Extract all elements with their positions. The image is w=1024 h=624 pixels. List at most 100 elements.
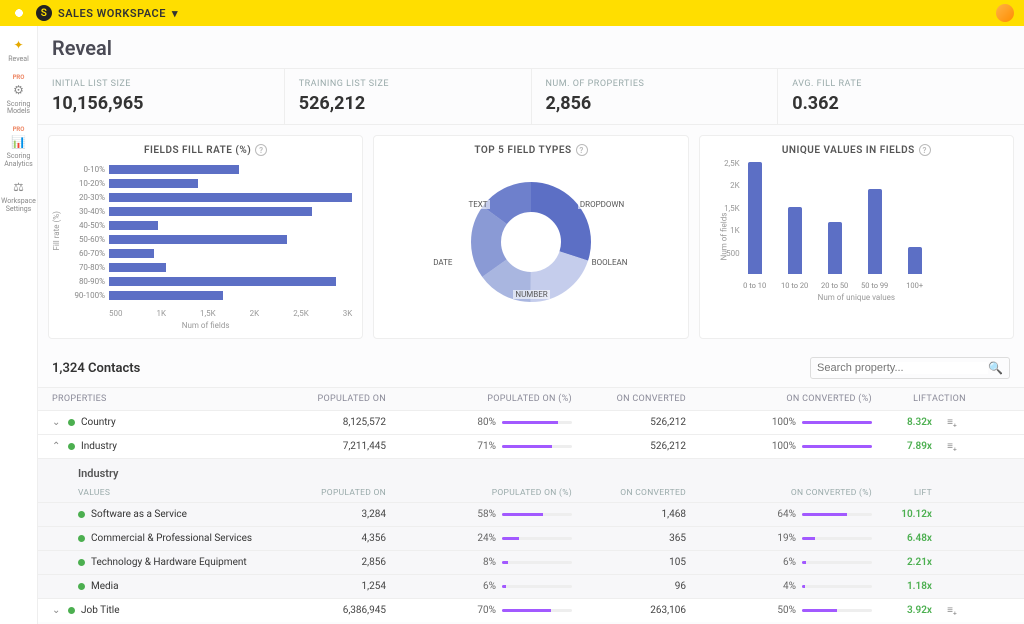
hbar-bar bbox=[109, 263, 166, 272]
hbar-category: 90-100% bbox=[59, 291, 105, 300]
hbar-bar bbox=[109, 291, 223, 300]
vbar-category: 20 to 50 bbox=[815, 281, 855, 290]
sidebar-label: Scoring Models bbox=[0, 101, 38, 116]
detail-column-header: POPULATED ON (%) bbox=[402, 488, 572, 498]
x-tick: 2,5K bbox=[293, 309, 309, 318]
column-header: ON CONVERTED (%) bbox=[702, 394, 872, 404]
pct-cell: 58% bbox=[402, 509, 572, 520]
vbar: 20 to 50 bbox=[824, 222, 846, 274]
status-dot-icon bbox=[78, 559, 85, 566]
pct-cell: 6% bbox=[402, 581, 572, 592]
detail-row[interactable]: Software as a Service3,28458%1,46864%10.… bbox=[38, 502, 1024, 526]
status-dot-icon bbox=[68, 607, 75, 614]
hbar-row: 30-40% bbox=[109, 204, 352, 218]
hbar-category: 70-80% bbox=[59, 263, 105, 272]
detail-column-header: POPULATED ON bbox=[272, 488, 402, 498]
hbar-row: 90-100% bbox=[109, 288, 352, 302]
stat-value: 526,212 bbox=[299, 93, 517, 114]
pct-cell: 24% bbox=[402, 533, 572, 544]
table-row[interactable]: ⌄Country8,125,57280%526,212100%8.32x≡₊ bbox=[38, 410, 1024, 434]
help-icon[interactable]: ? bbox=[255, 144, 267, 156]
hbar-bar bbox=[109, 221, 158, 230]
help-icon[interactable]: ? bbox=[576, 144, 588, 156]
detail-row[interactable]: Media1,2546%964%1.18x bbox=[38, 574, 1024, 598]
sidebar-icon: ✦ bbox=[10, 36, 28, 54]
expand-icon[interactable]: ⌃ bbox=[52, 441, 62, 452]
lift-value: 1.18x bbox=[872, 581, 932, 592]
on-converted: 96 bbox=[572, 581, 702, 592]
vbar-category: 100+ bbox=[895, 281, 935, 290]
hbar-category: 60-70% bbox=[59, 249, 105, 258]
populated-on: 4,356 bbox=[272, 533, 402, 544]
detail-column-header: ON CONVERTED bbox=[572, 488, 702, 498]
hbar-row: 60-70% bbox=[109, 246, 352, 260]
status-dot-icon bbox=[78, 511, 85, 518]
stat-value: 10,156,965 bbox=[52, 93, 270, 114]
value-name: Commercial & Professional Services bbox=[91, 533, 252, 544]
main-content: Reveal INITIAL LIST SIZE10,156,965TRAINI… bbox=[38, 26, 1024, 624]
user-avatar[interactable] bbox=[996, 4, 1014, 22]
stat-card: NUM. OF PROPERTIES2,856 bbox=[532, 69, 779, 124]
table-row[interactable]: ⌃Industry7,211,44571%526,212100%7.89x≡₊ bbox=[38, 434, 1024, 458]
sidebar-item-scoring-models[interactable]: PRO⚙Scoring Models bbox=[0, 70, 38, 120]
chart-title: TOP 5 FIELD TYPES bbox=[474, 145, 571, 156]
hbar-category: 40-50% bbox=[59, 221, 105, 230]
vbar-category: 10 to 20 bbox=[775, 281, 815, 290]
hbar-bar bbox=[109, 193, 352, 202]
hbar-row: 80-90% bbox=[109, 274, 352, 288]
expand-icon[interactable]: ⌄ bbox=[52, 605, 62, 616]
hbar-category: 20-30% bbox=[59, 193, 105, 202]
sidebar-item-reveal[interactable]: ✦ Reveal bbox=[0, 32, 38, 68]
status-dot-icon bbox=[78, 583, 85, 590]
stat-value: 0.362 bbox=[792, 93, 1010, 114]
y-tick: 500 bbox=[710, 249, 740, 258]
sidebar-label: Reveal bbox=[8, 56, 29, 64]
hbar-bar bbox=[109, 207, 312, 216]
row-action-icon[interactable]: ≡₊ bbox=[932, 417, 972, 428]
search-input[interactable] bbox=[817, 362, 988, 374]
vbar-category: 0 to 10 bbox=[735, 281, 775, 290]
pro-badge: PRO bbox=[13, 126, 25, 133]
vbar: 10 to 20 bbox=[784, 207, 806, 274]
populated-on: 7,211,445 bbox=[272, 441, 402, 452]
hbar-bar bbox=[109, 249, 154, 258]
donut-label: TEXT bbox=[466, 200, 489, 209]
detail-head-row: VALUESPOPULATED ONPOPULATED ON (%)ON CON… bbox=[38, 484, 1024, 502]
hbar-bar bbox=[109, 277, 336, 286]
stat-label: INITIAL LIST SIZE bbox=[52, 79, 270, 89]
hbar-row: 40-50% bbox=[109, 218, 352, 232]
donut-label: BOOLEAN bbox=[590, 258, 630, 267]
pct-cell: 71% bbox=[402, 441, 572, 452]
pct-cell: 6% bbox=[702, 557, 872, 568]
status-dot-icon bbox=[78, 535, 85, 542]
table-row[interactable]: ⌄Job Title6,386,94570%263,10650%3.92x≡₊ bbox=[38, 598, 1024, 622]
column-header: PROPERTIES bbox=[52, 394, 272, 404]
stat-value: 2,856 bbox=[546, 93, 764, 114]
search-property[interactable]: 🔍 bbox=[810, 357, 1010, 379]
vbar-category: 50 to 99 bbox=[855, 281, 895, 290]
help-icon[interactable]: ? bbox=[919, 144, 931, 156]
charts-row: FIELDS FILL RATE (%)? Fill rate (%) 0-10… bbox=[38, 125, 1024, 349]
row-action-icon[interactable]: ≡₊ bbox=[932, 605, 972, 616]
search-icon: 🔍 bbox=[988, 361, 1003, 375]
y-axis-label: Fill rate (%) bbox=[52, 211, 61, 250]
donut-label: DATE bbox=[431, 258, 454, 267]
vbar-bar bbox=[868, 189, 882, 274]
hbar-category: 30-40% bbox=[59, 207, 105, 216]
hbar-bar bbox=[109, 179, 198, 188]
table-body: ⌄Country8,125,57280%526,212100%8.32x≡₊⌃I… bbox=[38, 410, 1024, 622]
expand-icon[interactable]: ⌄ bbox=[52, 417, 62, 428]
property-name: Industry bbox=[81, 441, 117, 452]
sidebar-item-workspace-settings[interactable]: ⚖Workspace Settings bbox=[0, 174, 38, 217]
workspace-name: SALES WORKSPACE bbox=[58, 7, 166, 20]
property-name: Country bbox=[81, 417, 116, 428]
column-header: ON CONVERTED bbox=[572, 394, 702, 404]
property-name: Job Title bbox=[81, 605, 120, 616]
sidebar-item-scoring-analytics[interactable]: PRO📊Scoring Analytics bbox=[0, 122, 38, 172]
stat-label: AVG. FILL RATE bbox=[792, 79, 1010, 89]
workspace-switcher[interactable]: S SALES WORKSPACE ▾ bbox=[36, 5, 178, 21]
detail-row[interactable]: Commercial & Professional Services 4,3562… bbox=[38, 526, 1024, 550]
row-action-icon[interactable]: ≡₊ bbox=[932, 441, 972, 452]
hbar-chart: Fill rate (%) 0-10%10-20%20-30%30-40%40-… bbox=[59, 162, 352, 330]
detail-row[interactable]: Technology & Hardware Equipment2,8568%10… bbox=[38, 550, 1024, 574]
